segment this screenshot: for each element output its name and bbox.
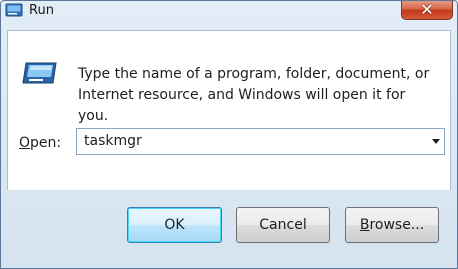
browse-button[interactable]: Browse... — [345, 207, 439, 243]
cancel-button[interactable]: Cancel — [236, 207, 330, 243]
open-combobox[interactable]: taskmgr — [76, 128, 445, 155]
close-icon: ✕ — [420, 0, 434, 19]
open-label: Open: — [19, 135, 61, 151]
browse-mnemonic: B — [359, 217, 370, 233]
dialog-description: Type the name of a program, folder, docu… — [78, 64, 438, 127]
dialog-content: Type the name of a program, folder, docu… — [7, 30, 451, 190]
run-dialog: Run ✕ Type the name of a program, folder… — [0, 0, 458, 269]
browse-label: rowse... — [369, 217, 425, 233]
title-bar[interactable]: Run ✕ — [1, 1, 457, 23]
chevron-down-icon[interactable] — [432, 139, 440, 144]
description-line-1: Type the name of a program, folder, docu… — [78, 66, 430, 82]
open-input[interactable]: taskmgr — [84, 133, 142, 149]
window-title: Run — [29, 3, 54, 18]
close-button[interactable]: ✕ — [401, 0, 453, 20]
open-label-text: pen: — [30, 135, 62, 151]
run-app-icon — [5, 3, 23, 17]
run-icon — [22, 62, 57, 84]
open-label-mnemonic: O — [19, 135, 31, 151]
ok-button[interactable]: OK — [127, 207, 222, 243]
description-line-2: Internet resource, and Windows will open… — [78, 87, 406, 124]
